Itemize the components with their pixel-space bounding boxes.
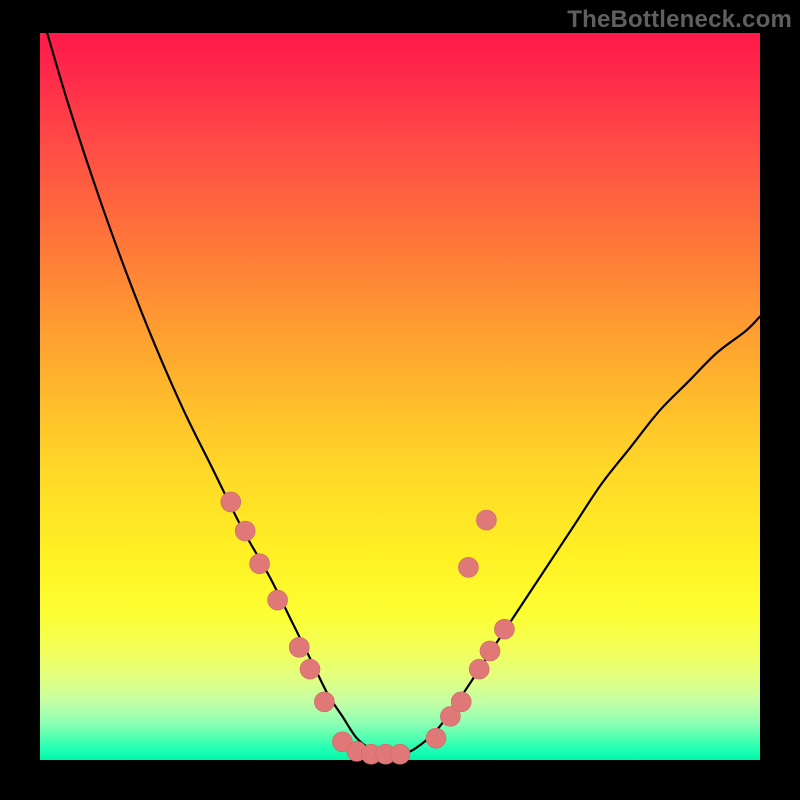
curve-marker [289,637,309,657]
chart-stage: TheBottleneck.com [0,0,800,800]
curve-marker [390,744,410,764]
curve-marker [426,728,446,748]
curve-marker [480,641,500,661]
curve-marker [300,659,320,679]
curve-marker [314,692,334,712]
plot-area [40,33,760,760]
chart-overlay [40,33,760,760]
curve-marker [268,590,288,610]
curve-marker [476,510,496,530]
curve-marker [451,692,471,712]
curve-marker [221,492,241,512]
curve-marker [235,521,255,541]
curve-marker [250,554,270,574]
curve-marker [458,557,478,577]
curve-markers [221,492,515,764]
watermark-text: TheBottleneck.com [567,6,792,34]
curve-marker [494,619,514,639]
bottleneck-curve [47,33,760,755]
curve-marker [469,659,489,679]
